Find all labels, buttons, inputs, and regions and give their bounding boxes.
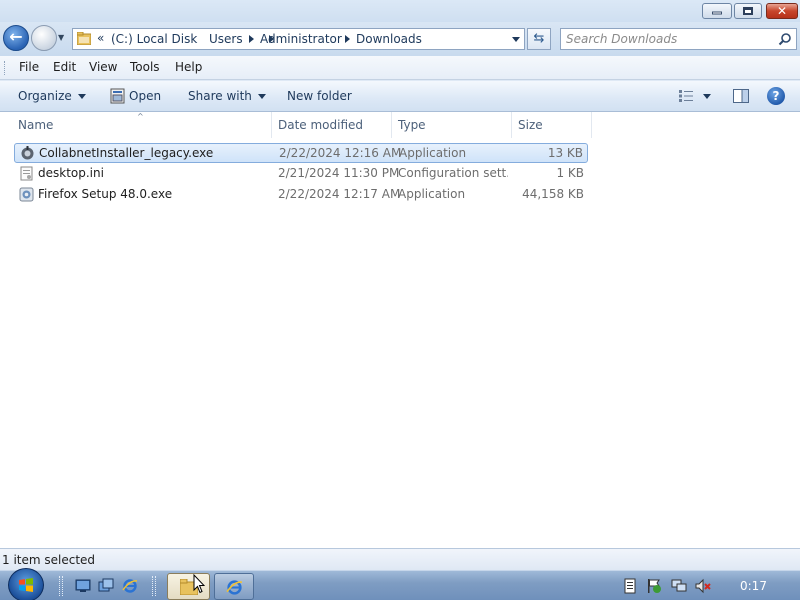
column-header-date-modified[interactable]: Date modified	[272, 112, 392, 138]
breadcrumb-separator-icon[interactable]	[249, 35, 254, 43]
network-icon[interactable]	[671, 578, 687, 594]
share-with-label: Share with	[188, 89, 252, 103]
file-type: Configuration sett...	[398, 166, 508, 180]
maximize-button[interactable]	[734, 3, 762, 19]
views-dropdown-icon[interactable]	[703, 94, 711, 99]
file-name: Firefox Setup 48.0.exe	[38, 187, 173, 201]
folder-icon	[77, 32, 91, 45]
taskbar-grip[interactable]	[152, 576, 156, 596]
file-date: 2/22/2024 12:16 AM	[279, 146, 402, 160]
menu-view[interactable]: View	[89, 60, 117, 74]
chevron-down-icon	[77, 94, 86, 99]
minimize-icon	[712, 11, 722, 15]
search-icon[interactable]	[778, 32, 792, 46]
command-bar: Organize Open Share with New folder ?	[0, 81, 800, 112]
taskbar: 0:17	[0, 568, 800, 600]
setup-exe-icon	[19, 187, 34, 202]
taskbar-ie-button[interactable]	[214, 573, 254, 600]
breadcrumb-administrator[interactable]: Administrator	[260, 32, 342, 46]
minimize-button[interactable]	[702, 3, 732, 19]
organize-button[interactable]: Organize	[18, 89, 86, 103]
volume-muted-icon[interactable]	[695, 578, 711, 594]
menu-grip	[4, 61, 7, 75]
switch-windows-icon[interactable]	[98, 578, 114, 594]
internet-explorer-icon[interactable]	[122, 578, 138, 594]
refresh-button[interactable]: ⇆	[527, 28, 551, 50]
file-type: Application	[398, 187, 466, 201]
file-list: ^ Name Date modified Type Size Collabnet…	[0, 112, 800, 548]
breadcrumb-separator-icon[interactable]	[345, 35, 350, 43]
search-box[interactable]	[560, 28, 797, 50]
address-bar[interactable]: « (C:) Local Disk Users Administrator Do…	[72, 28, 525, 50]
ini-file-icon	[20, 166, 33, 181]
help-icon[interactable]: ?	[767, 87, 785, 105]
status-text: 1 item selected	[2, 553, 96, 567]
status-bar: 1 item selected	[0, 548, 800, 570]
menu-edit[interactable]: Edit	[53, 60, 76, 74]
breadcrumb-downloads[interactable]: Downloads	[356, 32, 422, 46]
change-view-icon[interactable]	[678, 89, 694, 103]
close-icon: ✕	[776, 4, 788, 18]
file-row[interactable]: CollabnetInstaller_legacy.exe 2/22/2024 …	[14, 143, 588, 163]
file-name: desktop.ini	[38, 166, 104, 180]
file-row[interactable]: desktop.ini 2/21/2024 11:30 PM Configura…	[14, 164, 588, 184]
breadcrumb-users[interactable]: Users	[209, 32, 243, 46]
column-header-name[interactable]: Name	[12, 112, 272, 138]
open-icon	[110, 88, 125, 104]
organize-label: Organize	[18, 89, 72, 103]
chevron-down-icon	[257, 94, 266, 99]
preview-pane-icon[interactable]	[733, 89, 749, 103]
taskbar-clock[interactable]: 0:17	[740, 579, 767, 593]
file-date: 2/21/2024 11:30 PM	[278, 166, 400, 180]
file-row[interactable]: Firefox Setup 48.0.exe 2/22/2024 12:17 A…	[14, 185, 588, 205]
file-size: 13 KB	[547, 146, 583, 160]
show-desktop-icon[interactable]	[75, 578, 91, 594]
file-name: CollabnetInstaller_legacy.exe	[39, 146, 214, 160]
file-date: 2/22/2024 12:17 AM	[278, 187, 401, 201]
menu-file[interactable]: File	[19, 60, 39, 74]
file-size: 44,158 KB	[522, 187, 584, 201]
search-input[interactable]	[566, 31, 771, 47]
start-button[interactable]	[8, 568, 44, 600]
close-button[interactable]: ✕	[766, 3, 798, 19]
windows-logo-icon	[19, 578, 33, 592]
menu-bar: File Edit View Tools Help	[0, 56, 800, 80]
notepad-icon[interactable]	[622, 578, 638, 594]
column-header-size[interactable]: Size	[512, 112, 592, 138]
back-button[interactable]: ←	[3, 25, 29, 51]
recent-pages-dropdown-icon[interactable]: ▼	[58, 34, 66, 42]
breadcrumb-overflow[interactable]: «	[97, 31, 104, 45]
internet-explorer-icon	[226, 580, 243, 595]
new-folder-button[interactable]: New folder	[287, 89, 352, 103]
forward-button[interactable]	[31, 25, 57, 51]
open-button[interactable]: Open	[129, 89, 161, 103]
title-bar: ✕	[0, 0, 800, 22]
breadcrumb-local-disk[interactable]: (C:) Local Disk	[111, 32, 197, 46]
mouse-cursor-icon	[193, 574, 205, 594]
menu-tools[interactable]: Tools	[130, 60, 160, 74]
navigation-bar: ← ▼ « (C:) Local Disk Users Administrato…	[0, 22, 800, 56]
action-center-flag-icon[interactable]	[646, 578, 662, 594]
taskbar-grip[interactable]	[59, 576, 63, 596]
restore-icon	[743, 7, 753, 15]
column-header-type[interactable]: Type	[392, 112, 512, 138]
address-dropdown-icon[interactable]	[512, 37, 520, 42]
installer-exe-icon	[21, 146, 34, 160]
file-type: Application	[399, 146, 467, 160]
menu-help[interactable]: Help	[175, 60, 202, 74]
file-size: 1 KB	[556, 166, 584, 180]
share-with-button[interactable]: Share with	[188, 89, 266, 103]
